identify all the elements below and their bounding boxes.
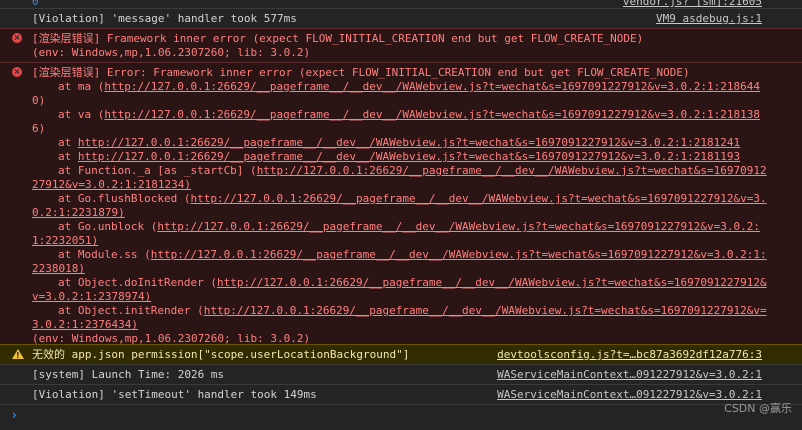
console-row-log: [system] Launch Time: 2026 ms WAServiceM… [0,364,802,384]
stack-frame: at http://127.0.0.1:26629/__pageframe__/… [32,136,796,150]
stack-frame: at va (http://127.0.0.1:26629/__pagefram… [32,108,796,122]
stack-frame-wrap: v=3.0.2:1:2378974) [32,290,796,304]
stack-frame-link[interactable]: http://127.0.0.1:26629/__pageframe__/__d… [257,164,767,177]
source-link[interactable]: WAServiceMainContext…091227912&v=3.0.2:1 [497,368,762,381]
error-circle-icon: × [12,67,22,77]
console-row-warning: ! 无效的 app.json permission["scope.userLoc… [0,344,802,364]
stack-frame: at Go.flushBlocked (http://127.0.0.1:266… [32,192,796,206]
stack-frame-link[interactable]: http://127.0.0.1:26629/__pageframe__/__d… [217,276,767,289]
stack-frame-wrap: 0) [32,94,46,107]
stack-frame-wrap: 27912&v=3.0.2:1:2181234) [32,178,796,192]
stack-frame-link[interactable]: http://127.0.0.1:26629/__pageframe__/__d… [104,108,760,121]
stack-frame-link[interactable]: http://127.0.0.1:26629/__pageframe__/__d… [78,150,740,163]
error-message: [渲染层错误] Error: Framework inner error (ex… [32,66,690,79]
stack-frame-link-cont[interactable]: v=3.0.2:1:2378974) [32,290,151,303]
stack-frame-fn: at va ( [58,108,105,121]
watermark: CSDN @赢乐 [724,402,792,415]
error-circle-icon: × [12,33,22,43]
stack-frame-link-cont[interactable]: 0.2:1:2231879) [32,206,125,219]
stack-frame-wrap: 3.0.2:1:2376434) [32,318,796,332]
stack-frame: at Object.doInitRender (http://127.0.0.1… [32,276,796,290]
stack-frame-fn: at ma ( [58,80,105,93]
stack-frame-link[interactable]: http://127.0.0.1:26629/__pageframe__/__d… [104,80,760,93]
stack-frame-link[interactable]: http://127.0.0.1:26629/__pageframe__/__d… [151,248,767,261]
stack-frame-link[interactable]: http://127.0.0.1:26629/__pageframe__/__d… [190,192,766,205]
stack-frame: at Function._a [as _startCb] (http://127… [32,164,796,178]
stack-frame-fn: at [58,150,78,163]
stack-frame-link-cont[interactable]: 27912&v=3.0.2:1:2181234) [32,178,191,191]
stack-frame: at Module.ss (http://127.0.0.1:26629/__p… [32,248,796,262]
console-panel: 0 vendor.js? [sm]:21605 [Violation] 'mes… [0,0,802,430]
console-row-log: [Violation] 'message' handler took 577ms… [0,8,802,28]
stack-frame-link-cont[interactable]: 1:2232051) [32,234,98,247]
source-link[interactable]: devtoolsconfig.js?t=…bc87a3692df12a776:3 [497,348,762,361]
stack-frame: at http://127.0.0.1:26629/__pageframe__/… [32,150,796,164]
stack-frame-link-cont[interactable]: 2238018) [32,262,85,275]
warning-triangle-icon: ! [12,349,24,360]
console-row-log: [Violation] 'setTimeout' handler took 14… [0,384,802,404]
stack-frame-link-cont[interactable]: 3.0.2:1:2376434) [32,318,138,331]
console-row-error: × [渲染层错误] Framework inner error (expect … [0,28,802,62]
console-row-error-stack: × [渲染层错误] Error: Framework inner error (… [0,62,802,345]
stack-frame: at Go.unblock (http://127.0.0.1:26629/__… [32,220,796,234]
stack-frame-wrap: 6) [32,122,46,135]
stack-frame-fn: at Go.unblock ( [58,220,158,233]
stack-frame-fn: at [58,136,78,149]
error-message: [渲染层错误] Framework inner error (expect FL… [32,32,644,45]
stack-frame-wrap: 0.2:1:2231879) [32,206,796,220]
stack-frame-link[interactable]: http://127.0.0.1:26629/__pageframe__/__d… [204,304,767,317]
source-link[interactable]: vendor.js? [sm]:21605 [623,0,762,8]
stack-frame-fn: at Function._a [as _startCb] ( [58,164,257,177]
stack-frame: at Object.initRender (http://127.0.0.1:2… [32,304,796,318]
stack-frame-link[interactable]: http://127.0.0.1:26629/__pageframe__/__d… [157,220,760,233]
stack-frame-fn: at Object.initRender ( [58,304,204,317]
source-link[interactable]: VM9 asdebug.js:1 [656,12,762,25]
console-input[interactable]: › [0,404,802,427]
truncated-row-text: 0 [32,0,39,8]
stack-frame-wrap: 1:2232051) [32,234,796,248]
stack-frame: at ma (http://127.0.0.1:26629/__pagefram… [32,80,796,94]
console-row-truncated: 0 vendor.js? [sm]:21605 [0,0,802,8]
prompt-caret-icon: › [12,408,17,422]
error-env: (env: Windows,mp,1.06.2307260; lib: 3.0.… [32,46,311,59]
stack-frame-fn: at Module.ss ( [58,248,151,261]
stack-frame-fn: at Go.flushBlocked ( [58,192,191,205]
stack-frame-wrap: 2238018) [32,262,796,276]
stack-frame-link[interactable]: http://127.0.0.1:26629/__pageframe__/__d… [78,136,740,149]
stack-frame-fn: at Object.doInitRender ( [58,276,217,289]
source-link[interactable]: WAServiceMainContext…091227912&v=3.0.2:1 [497,388,762,401]
